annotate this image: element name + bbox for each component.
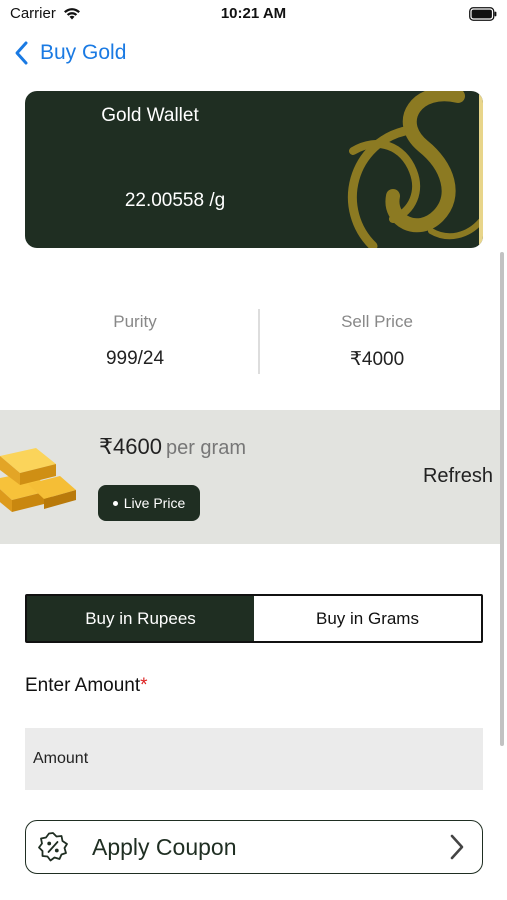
- percent-badge-icon: [38, 832, 68, 862]
- apply-coupon-button[interactable]: Apply Coupon: [25, 820, 483, 874]
- brand-logo-icon: [347, 91, 483, 248]
- required-asterisk: *: [140, 675, 148, 696]
- live-price-badge: Live Price: [98, 485, 200, 521]
- gold-bars-icon: [0, 448, 76, 512]
- refresh-button[interactable]: Refresh: [423, 465, 493, 488]
- sell-price-value: ₹4000: [349, 349, 405, 370]
- chevron-left-icon: [15, 41, 28, 65]
- battery-icon: [469, 7, 497, 21]
- nav-title: Buy Gold: [40, 41, 127, 64]
- chevron-right-icon: [450, 834, 464, 860]
- purity-stat: Purity 999/24: [25, 312, 245, 370]
- price-unit: per gram: [165, 437, 246, 459]
- live-price-value: ₹4600: [99, 434, 162, 459]
- stats-divider: [258, 309, 260, 374]
- enter-amount-label: Enter Amount*: [25, 675, 148, 697]
- wallet-title: Gold Wallet: [101, 105, 199, 126]
- live-dot-icon: [112, 500, 118, 506]
- enter-amount-text: Enter Amount: [25, 675, 141, 696]
- scrollbar[interactable]: [500, 252, 504, 746]
- sell-price-label: Sell Price: [341, 312, 413, 331]
- status-bar: Carrier 10:21 AM: [0, 0, 507, 30]
- buy-mode-segment: Buy in Rupees Buy in Grams: [25, 594, 483, 643]
- buy-in-rupees-tab[interactable]: Buy in Rupees: [27, 596, 254, 641]
- sell-price-stat: Sell Price ₹4000: [267, 312, 487, 371]
- buy-in-grams-tab[interactable]: Buy in Grams: [254, 596, 481, 641]
- price-per-gram: ₹4600 per gram: [99, 434, 246, 460]
- purity-label: Purity: [113, 312, 157, 331]
- back-button[interactable]: Buy Gold: [12, 36, 126, 70]
- live-badge-label: Live Price: [123, 495, 186, 511]
- clock: 10:21 AM: [220, 5, 287, 22]
- wallet-balance: 22.00558 /g: [124, 190, 226, 211]
- amount-input[interactable]: [25, 728, 483, 790]
- apply-coupon-label: Apply Coupon: [92, 833, 237, 860]
- live-price-panel: ₹4600 per gram Live Price Refresh: [0, 410, 500, 544]
- purity-value: 999/24: [105, 348, 165, 369]
